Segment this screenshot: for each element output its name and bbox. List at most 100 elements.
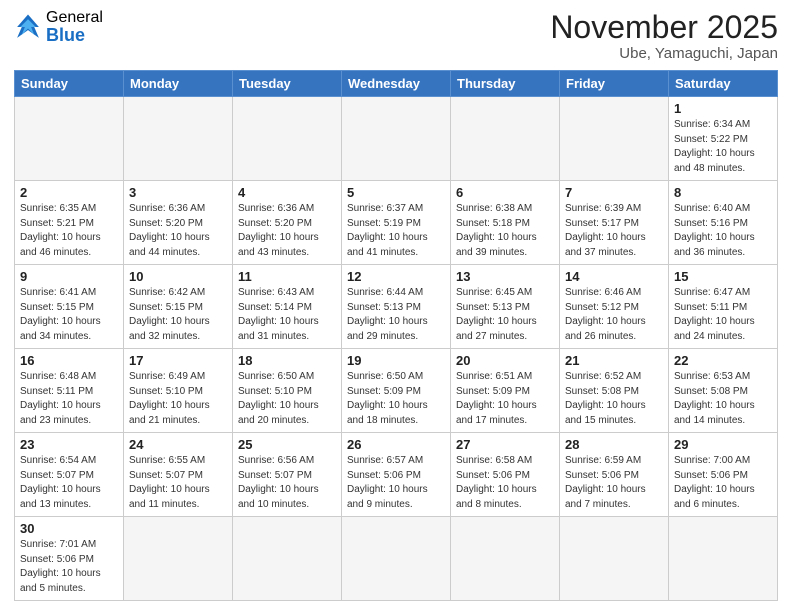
logo-text: GeneralBlue [46, 10, 103, 44]
calendar-cell: 16Sunrise: 6:48 AM Sunset: 5:11 PM Dayli… [15, 349, 124, 433]
day-number: 29 [674, 437, 772, 452]
logo-general: General [46, 10, 103, 26]
calendar-cell: 28 Sunrise: 6:59 AM Sunset: 5:06 PM Dayli… [560, 433, 669, 517]
calendar-cell: 21 Sunrise: 6:52 AM Sunset: 5:08 PM Dayli… [560, 349, 669, 433]
day-info: Sunrise: 6:57 AM Sunset: 5:06 PM Dayligh… [347, 454, 445, 512]
month-title: November 2025 [550, 10, 778, 45]
title-block: November 2025 Ube, Yamaguchi, Japan [550, 10, 778, 62]
day-info: Sunrise: 6:42 AM Sunset: 5:15 PM Dayligh… [129, 286, 227, 344]
day-number: 24 [129, 437, 227, 452]
day-number: 6 [456, 185, 554, 200]
calendar-cell: 27 Sunrise: 6:58 AM Sunset: 5:06 PM Dayli… [451, 433, 560, 517]
day-number: 8 [674, 185, 772, 200]
calendar-cell: 19 Sunrise: 6:50 AM Sunset: 5:09 PM Dayli… [342, 349, 451, 433]
day-info: Sunrise: 6:40 AM Sunset: 5:16 PM Dayligh… [674, 202, 772, 260]
day-number: 21 [565, 353, 663, 368]
day-info: Sunrise: 6:38 AM Sunset: 5:18 PM Dayligh… [456, 202, 554, 260]
calendar-row: 30Sunrise: 7:01 AM Sunset: 5:06 PM Dayli… [15, 517, 778, 601]
day-number: 17 [129, 353, 227, 368]
day-number: 13 [456, 269, 554, 284]
calendar-cell: 3Sunrise: 6:36 AM Sunset: 5:20 PM Daylig… [124, 181, 233, 265]
day-info: Sunrise: 6:44 AM Sunset: 5:13 PM Dayligh… [347, 286, 445, 344]
calendar-cell [451, 517, 560, 601]
day-number: 15 [674, 269, 772, 284]
header: GeneralBlue November 2025 Ube, Yamaguchi… [14, 10, 778, 62]
day-number: 1 [674, 101, 772, 116]
day-info: Sunrise: 6:52 AM Sunset: 5:08 PM Dayligh… [565, 370, 663, 428]
day-info: Sunrise: 6:55 AM Sunset: 5:07 PM Dayligh… [129, 454, 227, 512]
calendar-cell: 1Sunrise: 6:34 AM Sunset: 5:22 PM Daylig… [669, 97, 778, 181]
day-info: Sunrise: 6:39 AM Sunset: 5:17 PM Dayligh… [565, 202, 663, 260]
calendar-row: 23Sunrise: 6:54 AM Sunset: 5:07 PM Dayli… [15, 433, 778, 517]
calendar-cell: 5 Sunrise: 6:37 AM Sunset: 5:19 PM Daylig… [342, 181, 451, 265]
header-monday: Monday [124, 71, 233, 97]
day-number: 10 [129, 269, 227, 284]
calendar-cell: 8 Sunrise: 6:40 AM Sunset: 5:16 PM Daylig… [669, 181, 778, 265]
calendar-cell: 26 Sunrise: 6:57 AM Sunset: 5:06 PM Dayli… [342, 433, 451, 517]
day-number: 7 [565, 185, 663, 200]
calendar-cell [342, 517, 451, 601]
day-number: 26 [347, 437, 445, 452]
calendar-cell: 4 Sunrise: 6:36 AM Sunset: 5:20 PM Daylig… [233, 181, 342, 265]
day-number: 25 [238, 437, 336, 452]
calendar-cell: 22Sunrise: 6:53 AM Sunset: 5:08 PM Dayli… [669, 349, 778, 433]
day-info: Sunrise: 6:56 AM Sunset: 5:07 PM Dayligh… [238, 454, 336, 512]
day-info: Sunrise: 6:37 AM Sunset: 5:19 PM Dayligh… [347, 202, 445, 260]
day-info: Sunrise: 6:41 AM Sunset: 5:15 PM Dayligh… [20, 286, 118, 344]
day-info: Sunrise: 6:51 AM Sunset: 5:09 PM Dayligh… [456, 370, 554, 428]
day-number: 12 [347, 269, 445, 284]
day-number: 5 [347, 185, 445, 200]
day-info: Sunrise: 6:43 AM Sunset: 5:14 PM Dayligh… [238, 286, 336, 344]
day-number: 3 [129, 185, 227, 200]
calendar-row: 1Sunrise: 6:34 AM Sunset: 5:22 PM Daylig… [15, 97, 778, 181]
logo-blue: Blue [46, 26, 103, 44]
day-info: Sunrise: 7:00 AM Sunset: 5:06 PM Dayligh… [674, 454, 772, 512]
logo-icon [14, 13, 42, 41]
calendar-cell [233, 517, 342, 601]
calendar-row: 9 Sunrise: 6:41 AM Sunset: 5:15 PM Daylig… [15, 265, 778, 349]
day-info: Sunrise: 6:59 AM Sunset: 5:06 PM Dayligh… [565, 454, 663, 512]
calendar-cell: 9 Sunrise: 6:41 AM Sunset: 5:15 PM Daylig… [15, 265, 124, 349]
day-info: Sunrise: 6:36 AM Sunset: 5:20 PM Dayligh… [238, 202, 336, 260]
day-info: Sunrise: 6:45 AM Sunset: 5:13 PM Dayligh… [456, 286, 554, 344]
day-info: Sunrise: 6:47 AM Sunset: 5:11 PM Dayligh… [674, 286, 772, 344]
calendar-cell [124, 97, 233, 181]
calendar-cell [124, 517, 233, 601]
calendar-cell: 17 Sunrise: 6:49 AM Sunset: 5:10 PM Dayli… [124, 349, 233, 433]
day-number: 2 [20, 185, 118, 200]
calendar-cell [342, 97, 451, 181]
calendar-cell: 12 Sunrise: 6:44 AM Sunset: 5:13 PM Dayli… [342, 265, 451, 349]
header-wednesday: Wednesday [342, 71, 451, 97]
day-info: Sunrise: 6:58 AM Sunset: 5:06 PM Dayligh… [456, 454, 554, 512]
calendar-row: 16Sunrise: 6:48 AM Sunset: 5:11 PM Dayli… [15, 349, 778, 433]
day-info: Sunrise: 6:54 AM Sunset: 5:07 PM Dayligh… [20, 454, 118, 512]
day-number: 27 [456, 437, 554, 452]
day-number: 4 [238, 185, 336, 200]
calendar-cell: 7 Sunrise: 6:39 AM Sunset: 5:17 PM Daylig… [560, 181, 669, 265]
header-thursday: Thursday [451, 71, 560, 97]
calendar-cell: 29 Sunrise: 7:00 AM Sunset: 5:06 PM Dayli… [669, 433, 778, 517]
day-info: Sunrise: 6:50 AM Sunset: 5:09 PM Dayligh… [347, 370, 445, 428]
day-info: Sunrise: 6:46 AM Sunset: 5:12 PM Dayligh… [565, 286, 663, 344]
calendar-cell: 18Sunrise: 6:50 AM Sunset: 5:10 PM Dayli… [233, 349, 342, 433]
location: Ube, Yamaguchi, Japan [550, 45, 778, 62]
header-sunday: Sunday [15, 71, 124, 97]
logo: GeneralBlue [14, 10, 103, 44]
day-number: 19 [347, 353, 445, 368]
calendar-row: 2Sunrise: 6:35 AM Sunset: 5:21 PM Daylig… [15, 181, 778, 265]
weekday-header-row: Sunday Monday Tuesday Wednesday Thursday… [15, 71, 778, 97]
calendar-cell [669, 517, 778, 601]
day-number: 28 [565, 437, 663, 452]
header-friday: Friday [560, 71, 669, 97]
calendar-cell: 15 Sunrise: 6:47 AM Sunset: 5:11 PM Dayli… [669, 265, 778, 349]
day-number: 18 [238, 353, 336, 368]
calendar-cell: 2Sunrise: 6:35 AM Sunset: 5:21 PM Daylig… [15, 181, 124, 265]
day-number: 9 [20, 269, 118, 284]
calendar-cell [560, 517, 669, 601]
day-info: Sunrise: 6:49 AM Sunset: 5:10 PM Dayligh… [129, 370, 227, 428]
calendar-cell [560, 97, 669, 181]
calendar-cell: 23Sunrise: 6:54 AM Sunset: 5:07 PM Dayli… [15, 433, 124, 517]
day-info: Sunrise: 6:53 AM Sunset: 5:08 PM Dayligh… [674, 370, 772, 428]
calendar-cell: 20Sunrise: 6:51 AM Sunset: 5:09 PM Dayli… [451, 349, 560, 433]
calendar: Sunday Monday Tuesday Wednesday Thursday… [14, 70, 778, 601]
